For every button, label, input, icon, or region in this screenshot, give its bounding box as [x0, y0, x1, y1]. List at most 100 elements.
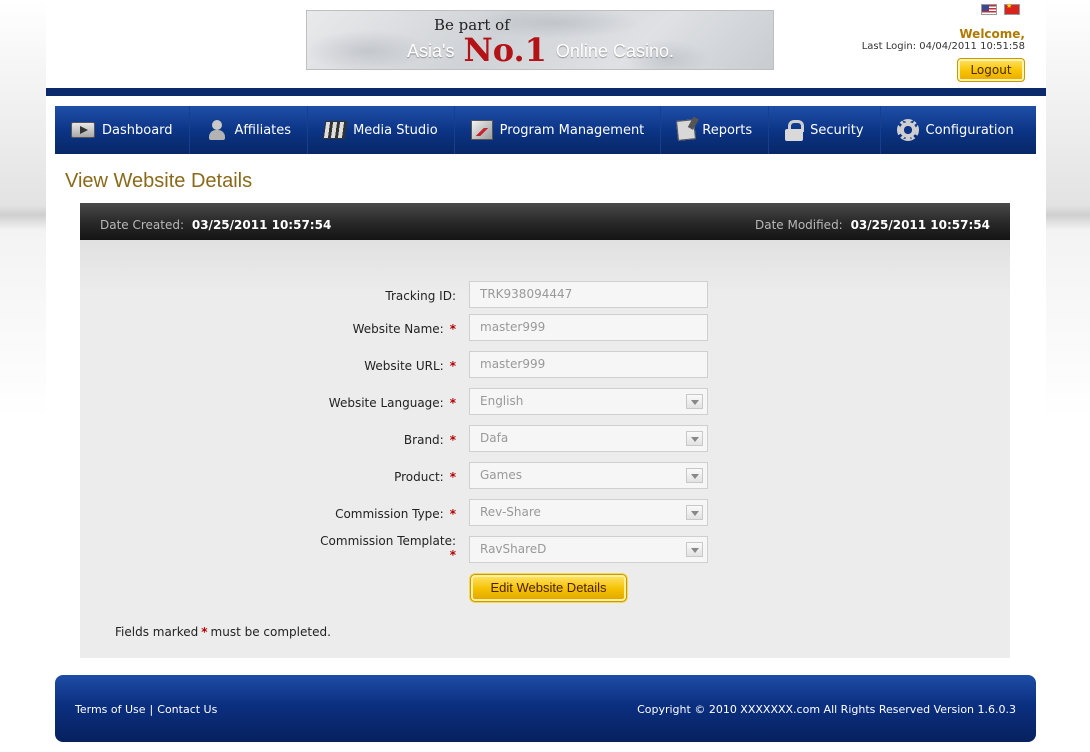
website-language-label-text: Website Language: — [328, 396, 444, 410]
notepad-icon — [676, 119, 697, 141]
required-fields-note: Fields marked * must be completed. — [115, 625, 331, 639]
nav-item-configuration[interactable]: Configuration — [881, 106, 1030, 154]
banner-asia: Asia's — [407, 41, 455, 61]
clapperboard-icon — [322, 121, 348, 139]
banner-no1: No.1 — [463, 31, 547, 69]
required-mark: * — [449, 359, 456, 373]
tracking-id-label: Tracking ID: — [385, 289, 456, 303]
commission-type-select[interactable]: Rev-Share — [469, 499, 708, 526]
date-created-label: Date Created: — [100, 218, 185, 232]
row-tracking-id: Tracking ID: TRK938094447 — [80, 281, 1010, 309]
website-url-label-text: Website URL: — [364, 359, 444, 373]
row-website-name: Website Name: * master999 — [80, 314, 1010, 342]
nav-label: Program Management — [499, 122, 645, 138]
nav-label: Affiliates — [234, 122, 292, 138]
affiliates-icon — [206, 120, 228, 140]
last-login: Last Login: 04/04/2011 10:51:58 — [861, 41, 1025, 52]
brand-label-text: Brand: — [403, 433, 444, 447]
banner-online-casino: Online Casino. — [555, 41, 674, 61]
row-commission-template: Commission Template: * RavShareD — [80, 534, 1010, 564]
required-mark: * — [449, 396, 456, 410]
product-select[interactable]: Games — [469, 462, 708, 489]
dashboard-icon — [71, 122, 95, 138]
date-created-value: 03/25/2011 10:57:54 — [191, 218, 332, 232]
row-commission-type: Commission Type: * Rev-Share — [80, 499, 1010, 527]
note-post: must be completed. — [210, 625, 331, 639]
brand-label: Brand: * — [404, 433, 456, 447]
row-website-url: Website URL: * master999 — [80, 351, 1010, 379]
header-divider — [46, 88, 1046, 96]
website-name-label: Website Name: * — [353, 322, 456, 336]
copyright-text: Copyright © 2010 XXXXXXX.com All Rights … — [637, 703, 1016, 716]
nav-item-affiliates[interactable]: Affiliates — [190, 106, 309, 154]
chevron-down-icon[interactable] — [686, 542, 703, 557]
row-brand: Brand: * Dafa — [80, 425, 1010, 453]
website-details-panel: Date Created: 03/25/2011 10:57:54 Date M… — [80, 203, 1010, 658]
chevron-down-icon[interactable] — [686, 505, 703, 520]
product-value: Games — [480, 468, 522, 482]
nav-label: Dashboard — [102, 122, 173, 138]
date-modified-label: Date Modified: — [754, 218, 843, 232]
gear-icon — [896, 119, 919, 141]
website-name-label-text: Website Name: — [352, 322, 444, 336]
required-mark: * — [201, 625, 208, 639]
brand-select[interactable]: Dafa — [469, 425, 708, 452]
commission-template-value: RavShareD — [480, 542, 547, 556]
date-modified-value: 03/25/2011 10:57:54 — [850, 218, 990, 232]
nav-item-dashboard[interactable]: Dashboard — [55, 106, 190, 154]
panel-header: Date Created: 03/25/2011 10:57:54 Date M… — [80, 203, 1010, 240]
casino-banner[interactable]: Be part of Asia's No.1 Online Casino. — [306, 10, 774, 70]
commission-type-value: Rev-Share — [480, 505, 541, 519]
logout-button[interactable]: Logout — [957, 58, 1025, 82]
us-flag-icon[interactable] — [981, 4, 997, 15]
banner-line2: Asia's No.1 Online Casino. — [407, 31, 674, 69]
required-mark: * — [449, 548, 456, 562]
nav-label: Security — [810, 122, 864, 138]
chevron-down-icon[interactable] — [686, 468, 703, 483]
footer: Terms of Use | Contact Us Copyright © 2010… — [55, 675, 1036, 742]
nav-label: Reports — [702, 122, 753, 138]
lock-icon — [785, 120, 805, 141]
nav-label: Media Studio — [353, 122, 438, 138]
tracking-id-field[interactable]: TRK938094447 — [469, 281, 708, 308]
commission-template-label-text: Commission Template: — [320, 534, 456, 548]
website-language-label: Website Language: * — [329, 396, 456, 410]
welcome-text: Welcome, — [959, 27, 1025, 41]
tracking-id-label-text: Tracking ID: — [385, 289, 456, 303]
website-url-field[interactable]: master999 — [469, 351, 708, 378]
row-website-language: Website Language: * English — [80, 388, 1010, 416]
website-url-label: Website URL: * — [364, 359, 456, 373]
required-mark: * — [449, 322, 456, 336]
website-language-value: English — [480, 394, 524, 408]
edit-website-details-button[interactable]: Edit Website Details — [470, 574, 627, 602]
nav-item-reports[interactable]: Reports — [661, 106, 770, 154]
nav-item-security[interactable]: Security — [769, 106, 881, 154]
nav-label: Configuration — [925, 122, 1014, 138]
main-nav: Dashboard Affiliates Media Studio Progra… — [55, 106, 1036, 154]
footer-links: Terms of Use | Contact Us — [75, 703, 217, 716]
nav-item-program-management[interactable]: Program Management — [455, 106, 662, 154]
commission-type-label-text: Commission Type: — [335, 507, 444, 521]
terms-of-use-link[interactable]: Terms of Use — [75, 703, 146, 716]
date-created: Date Created: 03/25/2011 10:57:54 — [100, 218, 331, 232]
website-name-field[interactable]: master999 — [469, 314, 708, 341]
website-language-select[interactable]: English — [469, 388, 708, 415]
commission-template-select[interactable]: RavShareD — [469, 536, 708, 563]
required-mark: * — [449, 470, 456, 484]
commission-template-label: Commission Template: * — [320, 534, 456, 562]
chevron-down-icon[interactable] — [686, 394, 703, 409]
cn-flag-icon[interactable] — [1004, 2, 1020, 15]
note-pre: Fields marked — [115, 625, 199, 639]
chevron-down-icon[interactable] — [686, 431, 703, 446]
footer-separator: | — [149, 703, 154, 716]
chart-icon — [470, 120, 493, 140]
contact-us-link[interactable]: Contact Us — [157, 703, 217, 716]
date-modified: Date Modified: 03/25/2011 10:57:54 — [755, 218, 990, 232]
required-mark: * — [449, 433, 456, 447]
row-product: Product: * Games — [80, 462, 1010, 490]
nav-item-media-studio[interactable]: Media Studio — [308, 106, 455, 154]
page-title: View Website Details — [65, 170, 253, 192]
brand-value: Dafa — [480, 431, 509, 445]
product-label-text: Product: — [394, 470, 444, 484]
commission-type-label: Commission Type: * — [335, 507, 456, 521]
